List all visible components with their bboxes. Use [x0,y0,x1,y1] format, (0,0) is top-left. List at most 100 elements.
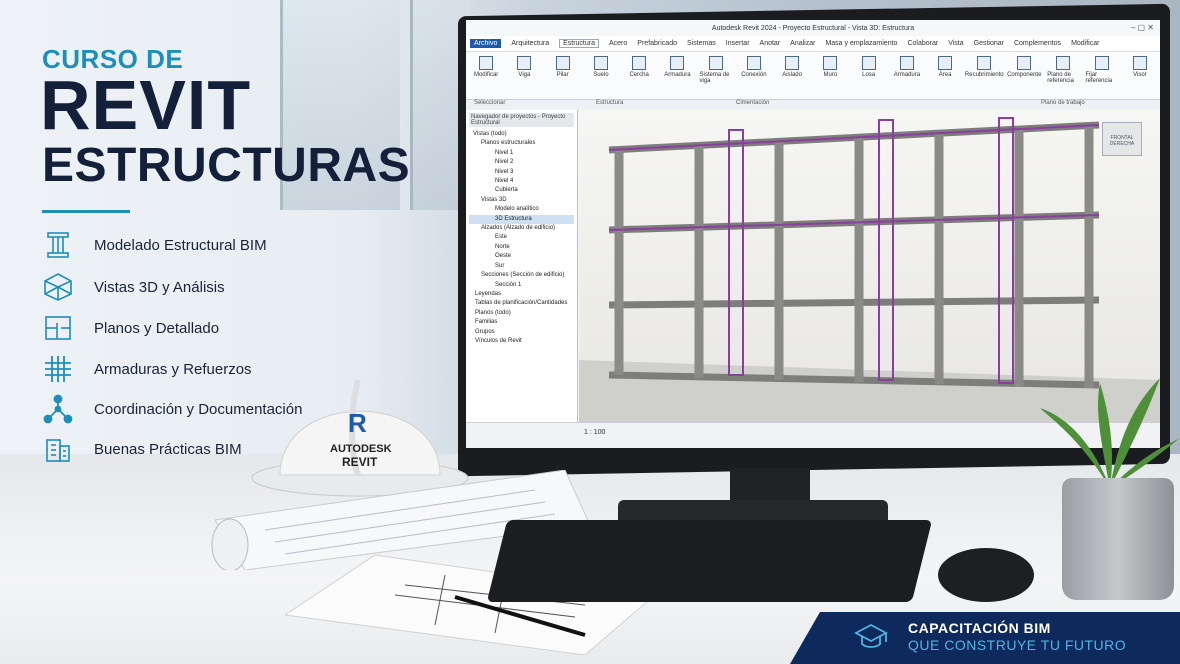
tab-masa[interactable]: Masa y emplazamiento [825,40,897,47]
ribbon-button[interactable]: Conexión [738,56,770,95]
ribbon-button[interactable]: Plano de referencia [1047,56,1079,95]
ribbon-button[interactable]: Aislado [776,56,808,95]
tree-node[interactable]: Vistas (todo) [469,130,574,139]
ribbon-button[interactable]: Componente [1007,56,1041,95]
feature-item: Vistas 3D y Análisis [42,272,225,302]
tree-node[interactable]: Oeste [469,252,574,261]
course-subtitle: ESTRUCTURAS [42,139,411,192]
floor-icon [593,56,608,70]
tree-node[interactable]: Modelo analítico [469,205,574,214]
cube-3d-icon [42,272,74,302]
ribbon-button[interactable]: Fijar referencia [1086,56,1118,95]
floor-plan-icon [42,313,74,343]
tree-node[interactable]: Secciones (Sección de edificio) [469,271,574,280]
viewer-icon [1132,56,1147,70]
potted-plant [1040,378,1180,488]
viewcube[interactable]: FRONTAL DERECHA [1102,122,1142,156]
area-icon [938,56,953,70]
beam-icon [517,56,532,70]
scale-readout[interactable]: 1 : 100 [584,429,605,436]
tree-node[interactable]: Nivel 4 [469,177,574,186]
tab-prefabricado[interactable]: Prefabricado [637,40,677,47]
tree-node[interactable]: Cubierta [469,186,574,195]
tab-gestionar[interactable]: Gestionar [974,40,1004,47]
ribbon-button[interactable]: Modificar [470,56,502,95]
browser-title: Navegador de proyectos - Proyecto Estruc… [469,113,574,127]
banner-subtitle: QUE CONSTRUYE TU FUTURO [908,637,1127,653]
cta-banner: CAPACITACIÓN BIM QUE CONSTRUYE TU FUTURO [790,612,1180,664]
cursor-icon [479,56,494,70]
tree-node[interactable]: Planos estructurales [469,139,574,148]
window-controls[interactable]: – ▢ ✕ [1131,23,1154,32]
hat-brand: AUTODESK [330,443,392,455]
tree-node[interactable]: Nivel 2 [469,158,574,167]
ribbon-button[interactable]: Sistema de viga [700,56,732,95]
truss-icon [632,56,647,70]
tree-node[interactable]: Sección 1 [469,281,574,290]
ribbon-button[interactable]: Suelo [585,56,617,95]
ribbon-button[interactable]: Pilar [547,56,579,95]
tree-node[interactable]: Planos (todo) [469,309,574,318]
tab-sistemas[interactable]: Sistemas [687,40,716,47]
beam-system-icon [708,56,723,70]
tab-colaborar[interactable]: Colaborar [907,40,938,47]
isolated-footing-icon [785,56,800,70]
feature-label: Buenas Prácticas BIM [94,440,242,458]
ribbon-button[interactable]: Cercha [623,56,655,95]
tree-node[interactable]: Vistas 3D [469,196,574,205]
tab-modificar[interactable]: Modificar [1071,40,1099,47]
tab-complementos[interactable]: Complementos [1014,40,1061,47]
tree-node[interactable]: Este [469,233,574,242]
tab-acero[interactable]: Acero [609,40,627,47]
tree-node-selected[interactable]: 3D Estructura [469,214,574,225]
brace-icon [670,56,685,70]
tree-node[interactable]: Vínculos de Revit [469,337,574,346]
tree-node[interactable]: Alzados (Alzado de edificio) [469,224,574,233]
project-browser: Navegador de proyectos - Proyecto Estruc… [466,110,578,422]
component-icon [1017,56,1032,70]
tab-arquitectura[interactable]: Arquitectura [511,40,549,47]
tree-node[interactable]: Sur [469,262,574,271]
wall-icon [823,56,838,70]
tab-anotar[interactable]: Anotar [760,40,781,47]
tree-node[interactable]: Norte [469,243,574,252]
ribbon-panel: Modificar Viga Pilar Suelo Cercha Armadu… [466,52,1160,100]
rebar-grid-icon [42,354,74,384]
ribbon-button[interactable]: Muro [814,56,846,95]
title-divider [42,210,130,213]
feature-item: Planos y Detallado [42,313,219,343]
graduation-cap-icon [854,623,888,648]
feature-item: Buenas Prácticas BIM [42,434,242,464]
cover-icon [977,56,992,70]
tree-node[interactable]: Tablas de planificación/Cantidades [469,299,574,308]
tree-node[interactable]: Leyendas [469,290,574,299]
ribbon-tabs: Archivo Arquitectura Estructura Acero Pr… [466,36,1160,52]
feature-label: Planos y Detallado [94,319,220,337]
ribbon-button[interactable]: Recubrimiento [965,56,1004,95]
structure-model [579,117,1160,422]
tree-node[interactable]: Familias [469,318,574,327]
plant-pot [1062,478,1174,600]
tree-node[interactable]: Grupos [469,328,574,337]
tab-analizar[interactable]: Analizar [790,40,815,47]
feature-label: Armaduras y Refuerzos [94,360,252,378]
ribbon-button[interactable]: Viga [508,56,540,95]
tree-node[interactable]: Nivel 3 [469,168,574,177]
mouse [938,548,1034,602]
ribbon-button[interactable]: Visor [1124,56,1156,95]
feature-label: Vistas 3D y Análisis [94,278,225,296]
course-title: REVIT [40,66,252,144]
feature-label: Modelado Estructural BIM [94,236,267,254]
tab-insertar[interactable]: Insertar [726,40,750,47]
ref-plane-icon [1056,56,1071,70]
hat-product: REVIT [342,455,378,469]
tab-vista[interactable]: Vista [948,40,963,47]
ribbon-button[interactable]: Área [929,56,961,95]
ribbon-button[interactable]: Armadura [661,56,693,95]
tab-estructura[interactable]: Estructura [559,39,599,48]
ribbon-button[interactable]: Losa [853,56,885,95]
3d-viewport[interactable]: FRONTAL DERECHA [579,110,1160,422]
tab-archivo[interactable]: Archivo [470,39,502,48]
tree-node[interactable]: Nivel 1 [469,149,574,158]
ribbon-button[interactable]: Armadura [891,56,923,95]
